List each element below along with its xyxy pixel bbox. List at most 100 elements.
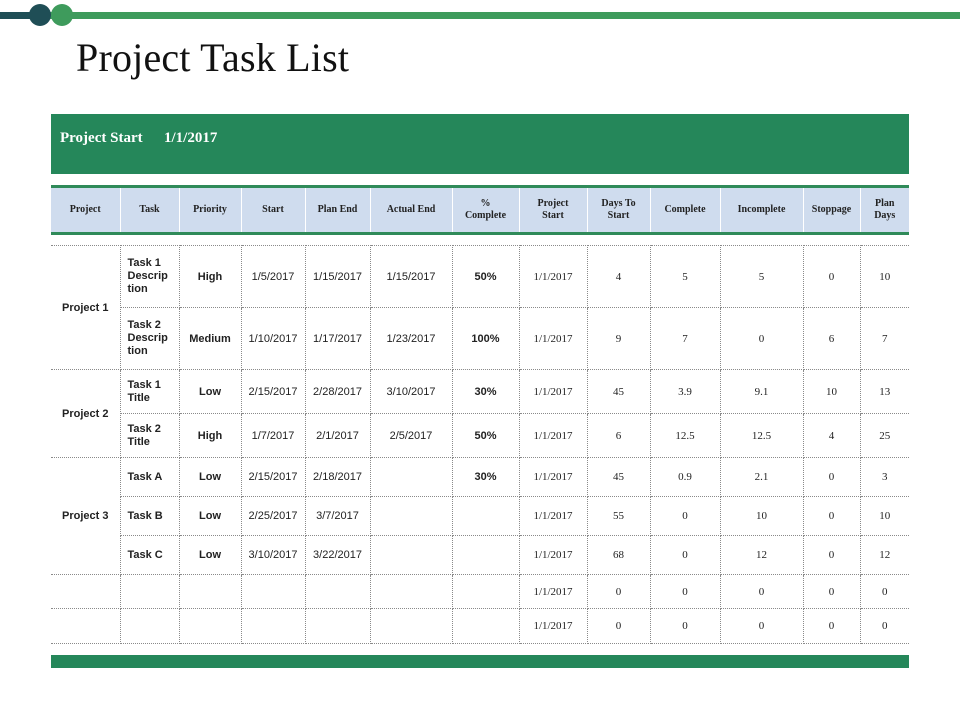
plan-end-cell: 1/15/2017: [304, 245, 371, 308]
project-start-cell: 1/1/2017: [518, 574, 588, 609]
project-name-cell: Project 3: [51, 457, 121, 575]
top-accent-line: [0, 12, 960, 19]
stoppage-cell: 0: [802, 535, 861, 575]
start-cell: 1/5/2017: [240, 245, 306, 308]
priority-cell: Low: [178, 496, 242, 536]
project-start-banner: Project Start 1/1/2017: [51, 114, 909, 174]
project-start-cell: 1/1/2017: [518, 457, 588, 497]
project-name-cell: [51, 574, 121, 609]
complete-cell: 5: [649, 245, 721, 308]
incomplete-cell: 10: [719, 496, 804, 536]
start-cell: 1/10/2017: [240, 307, 306, 370]
project-start-cell: 1/1/2017: [518, 245, 588, 308]
days-to-start-cell: 45: [586, 457, 651, 497]
project-start-cell: 1/1/2017: [518, 535, 588, 575]
column-header: Plan Days: [859, 185, 909, 235]
stoppage-cell: 0: [802, 496, 861, 536]
start-cell: 2/15/2017: [240, 457, 306, 497]
plan-days-cell: 12: [859, 535, 909, 575]
days-to-start-cell: 4: [586, 245, 651, 308]
task-cell: Task C: [120, 535, 180, 575]
plan-days-cell: 25: [859, 413, 909, 458]
plan-days-cell: 13: [859, 369, 909, 414]
percent-complete-cell: [451, 535, 520, 575]
plan-end-cell: 2/28/2017: [304, 369, 371, 414]
top-accent-dark-segment: [0, 12, 30, 19]
project-start-label: Project Start: [60, 130, 143, 146]
start-cell: [240, 608, 306, 644]
incomplete-cell: 2.1: [719, 457, 804, 497]
plan-end-cell: 2/18/2017: [304, 457, 371, 497]
incomplete-cell: 12: [719, 535, 804, 575]
complete-cell: 12.5: [649, 413, 721, 458]
project-name-cell: Project 1: [51, 245, 121, 370]
priority-cell: High: [178, 245, 242, 308]
plan-days-cell: 10: [859, 245, 909, 308]
stoppage-cell: 4: [802, 413, 861, 458]
plan-days-cell: 0: [859, 608, 909, 644]
percent-complete-cell: [451, 608, 520, 644]
percent-complete-cell: [451, 574, 520, 609]
spacer-row: [51, 234, 909, 246]
complete-cell: 7: [649, 307, 721, 370]
start-cell: 2/15/2017: [240, 369, 306, 414]
days-to-start-cell: 9: [586, 307, 651, 370]
priority-cell: Medium: [178, 307, 242, 370]
task-cell: Task A: [119, 457, 180, 497]
plan-days-cell: 0: [859, 574, 909, 609]
project-start-cell: 1/1/2017: [518, 369, 588, 414]
incomplete-cell: 0: [719, 307, 804, 370]
percent-complete-cell: 30%: [451, 369, 520, 414]
priority-cell: Low: [178, 457, 242, 497]
stoppage-cell: 0: [802, 574, 861, 609]
incomplete-cell: 9.1: [719, 369, 804, 414]
table-row: Task 2 Title High 1/7/2017 2/1/2017 2/5/…: [51, 413, 909, 458]
plan-end-cell: 2/1/2017: [304, 413, 371, 458]
column-header: Start: [240, 185, 305, 235]
task-cell: Task 1 Title: [119, 369, 180, 414]
priority-cell: [178, 608, 242, 644]
complete-cell: 0: [649, 496, 721, 536]
actual-end-cell: [369, 457, 453, 497]
task-cell: [119, 608, 180, 644]
complete-cell: 0.9: [649, 457, 721, 497]
task-cell: Task B: [120, 496, 180, 536]
incomplete-cell: 5: [719, 245, 804, 308]
project-start-cell: 1/1/2017: [518, 496, 588, 536]
task-table: Project Task Priority Start Plan End Act…: [51, 185, 909, 644]
plan-end-cell: [304, 608, 371, 644]
bottom-accent-bar: [51, 655, 909, 668]
top-accent-dot-dark: [29, 4, 51, 26]
task-cell: Task 1 Description: [119, 245, 180, 308]
column-header: Plan End: [304, 185, 370, 235]
column-header: Actual End: [369, 185, 452, 235]
days-to-start-cell: 45: [586, 369, 651, 414]
actual-end-cell: [369, 608, 453, 644]
task-cell: Task 2 Description: [120, 307, 180, 370]
priority-cell: Low: [178, 535, 242, 575]
incomplete-cell: 0: [719, 608, 804, 644]
table-row: Task C Low 3/10/2017 3/22/2017 1/1/2017 …: [51, 535, 909, 575]
start-cell: 3/10/2017: [240, 535, 306, 575]
priority-cell: Low: [178, 369, 242, 414]
actual-end-cell: 3/10/2017: [369, 369, 453, 414]
percent-complete-cell: [451, 496, 520, 536]
days-to-start-cell: 6: [586, 413, 651, 458]
project-start-cell: 1/1/2017: [518, 307, 588, 370]
percent-complete-cell: 50%: [451, 413, 520, 458]
stoppage-cell: 0: [802, 608, 861, 644]
project-start-cell: 1/1/2017: [518, 608, 588, 644]
table-row: 1/1/2017 0 0 0 0 0: [51, 608, 909, 644]
plan-days-cell: 3: [859, 457, 909, 497]
start-cell: [240, 574, 306, 609]
plan-days-cell: 7: [859, 307, 909, 370]
column-header: % Complete: [451, 185, 519, 235]
column-header: Stoppage: [802, 185, 860, 235]
plan-end-cell: 3/7/2017: [304, 496, 371, 536]
days-to-start-cell: 55: [586, 496, 651, 536]
project-name-cell: Project 2: [51, 369, 121, 458]
plan-days-cell: 10: [859, 496, 909, 536]
days-to-start-cell: 68: [586, 535, 651, 575]
percent-complete-cell: 30%: [451, 457, 520, 497]
incomplete-cell: 12.5: [719, 413, 804, 458]
